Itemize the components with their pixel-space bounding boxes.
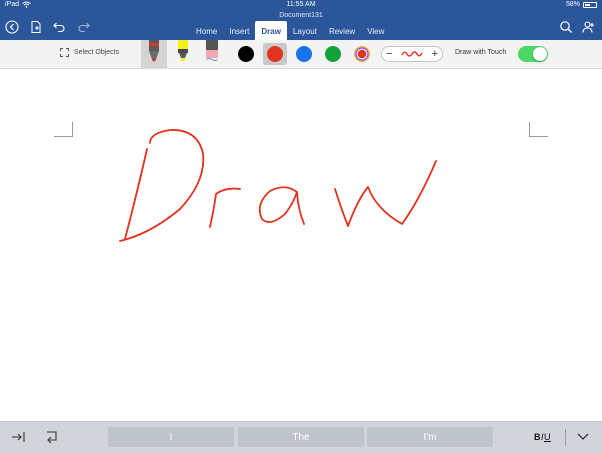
color-wheel-icon — [354, 46, 370, 62]
search-icon[interactable] — [558, 19, 574, 35]
indent-icon[interactable] — [10, 429, 28, 445]
color-swatch-red — [267, 46, 283, 62]
ink-letter-w — [334, 160, 437, 227]
draw-toolbar: Select Objects − + Draw with Touch — [0, 40, 602, 69]
back-icon[interactable] — [4, 19, 20, 35]
highlighter-icon — [178, 40, 188, 61]
tab-review[interactable]: Review — [323, 23, 361, 40]
tab-insert[interactable]: Insert — [223, 23, 255, 40]
title-bar: iPad 11:55 AM 58% Document131 Home Inser… — [0, 0, 602, 42]
battery-icon — [583, 1, 597, 8]
underline-label: U — [544, 432, 552, 442]
suggestion-1[interactable]: I — [108, 427, 234, 447]
pen-icon — [149, 40, 159, 63]
share-add-person-icon[interactable] — [581, 19, 597, 35]
eraser-icon — [206, 40, 218, 61]
tab-draw[interactable]: Draw — [255, 21, 287, 42]
status-right: 58% — [566, 1, 597, 8]
draw-with-touch-label: Draw with Touch — [455, 49, 507, 56]
undo-icon[interactable] — [51, 19, 67, 35]
color-swatch-black — [238, 46, 254, 62]
select-objects-label: Select Objects — [74, 49, 120, 56]
ink-letter-r — [209, 187, 241, 228]
thickness-control: − + — [381, 46, 443, 62]
suggestion-3[interactable]: I'm — [367, 427, 493, 447]
redo-icon[interactable] — [76, 19, 92, 35]
document-title: Document131 — [279, 12, 323, 19]
select-objects-button[interactable]: Select Objects — [60, 48, 119, 57]
color-black[interactable] — [234, 43, 258, 65]
tab-home[interactable]: Home — [190, 23, 223, 40]
select-objects-icon — [60, 48, 69, 57]
bold-label: B — [534, 432, 541, 442]
status-time: 11:55 AM — [286, 1, 316, 8]
color-blue[interactable] — [292, 43, 316, 65]
file-icon[interactable] — [28, 19, 44, 35]
outdent-icon[interactable] — [42, 429, 60, 445]
more-colors-button[interactable] — [350, 43, 374, 65]
document-canvas[interactable] — [0, 69, 602, 421]
color-swatch-blue — [296, 46, 312, 62]
tab-layout[interactable]: Layout — [287, 23, 323, 40]
color-red[interactable] — [263, 43, 287, 65]
divider — [565, 429, 566, 446]
ink-letter-d — [124, 148, 148, 240]
color-green[interactable] — [321, 43, 345, 65]
tab-view[interactable]: View — [361, 23, 390, 40]
text-format-button[interactable]: BIU — [534, 432, 551, 442]
battery-percent: 58% — [565, 1, 580, 8]
suggestion-2[interactable]: The — [238, 427, 364, 447]
toggle-knob — [533, 47, 547, 61]
thickness-decrease-button[interactable]: − — [386, 48, 392, 60]
pen-tool[interactable] — [141, 40, 167, 68]
thickness-increase-button[interactable]: + — [432, 48, 438, 60]
draw-with-touch-toggle[interactable] — [518, 46, 548, 62]
color-swatch-green — [325, 46, 341, 62]
keyboard-shortcut-bar: I The I'm BIU — [0, 421, 602, 453]
ink-drawing[interactable] — [0, 69, 602, 421]
stroke-preview-icon — [401, 51, 423, 57]
highlighter-tool[interactable] — [170, 40, 196, 68]
eraser-tool[interactable] — [199, 40, 225, 68]
chevron-down-icon[interactable] — [574, 429, 592, 445]
ink-letter-d-bowl — [119, 129, 205, 242]
ink-letter-a — [258, 186, 305, 225]
